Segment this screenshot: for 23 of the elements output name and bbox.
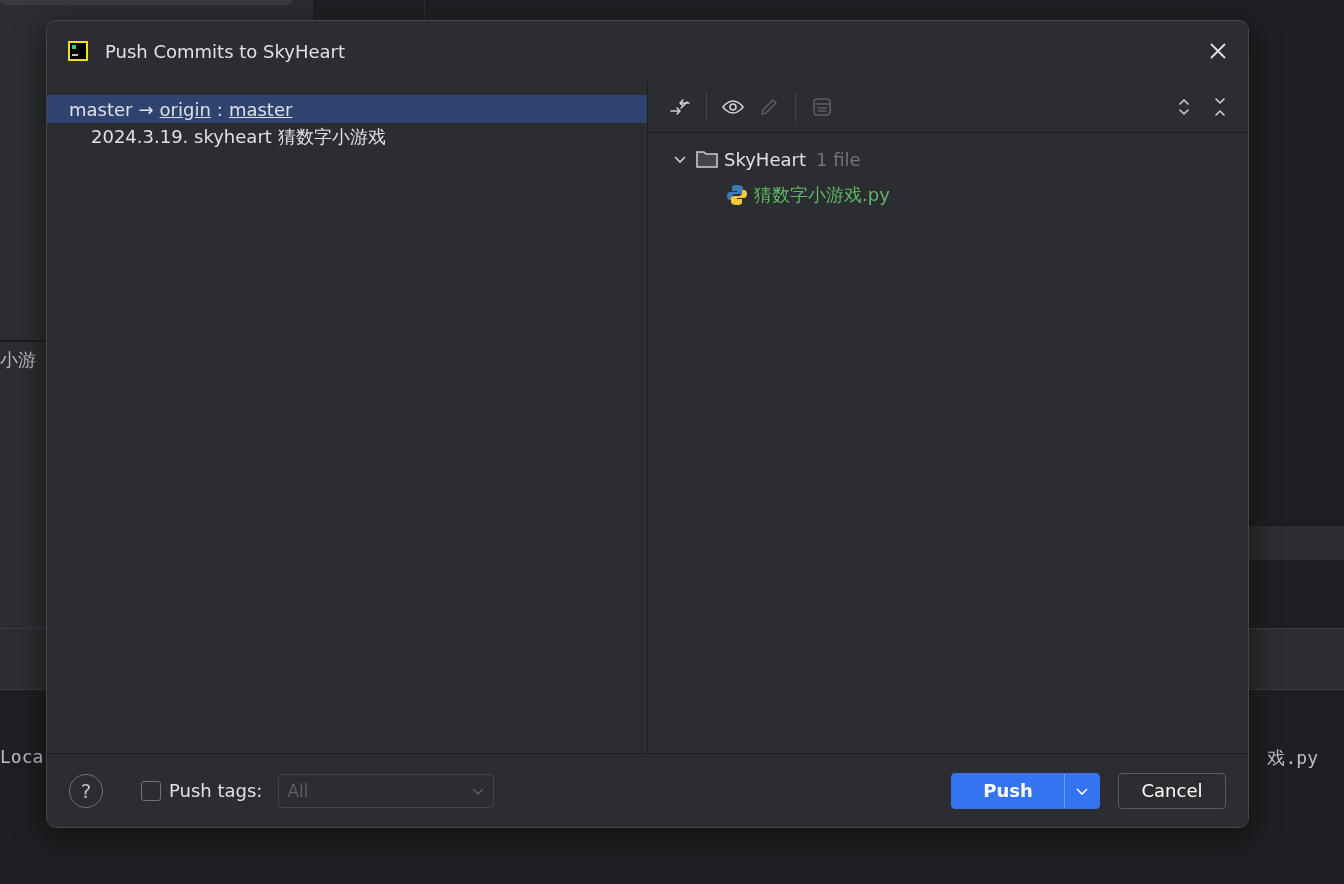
dialog-title: Push Commits to SkyHeart (105, 40, 346, 62)
remote-branch-link[interactable]: master (228, 98, 293, 120)
push-tags-label: Push tags: (169, 780, 263, 801)
console-text: Loca (0, 746, 44, 769)
console-text: 戏.py (1267, 746, 1318, 770)
file-name[interactable]: 猜数字小游戏.py (754, 183, 890, 207)
remote-link[interactable]: origin (159, 98, 211, 120)
python-icon (726, 184, 748, 206)
local-branch: master (69, 98, 133, 120)
close-icon (1209, 42, 1227, 60)
folder-icon (696, 150, 718, 168)
folder-name: SkyHeart (724, 148, 806, 170)
app-logo-icon (67, 40, 89, 62)
commit-row[interactable]: 2024.3.19. skyheart 猜数字小游戏 (47, 123, 647, 151)
cancel-button[interactable]: Cancel (1118, 772, 1226, 809)
separator-text: : (216, 98, 223, 120)
file-count: 1 file (815, 148, 861, 170)
branch-row[interactable]: master → origin : master (47, 95, 647, 123)
document-icon (811, 95, 833, 118)
push-tags-checkbox[interactable] (141, 780, 161, 801)
background-text: 小游 (0, 348, 36, 372)
arrow-symbol: → (138, 98, 154, 120)
push-button[interactable]: Push (951, 772, 1100, 809)
